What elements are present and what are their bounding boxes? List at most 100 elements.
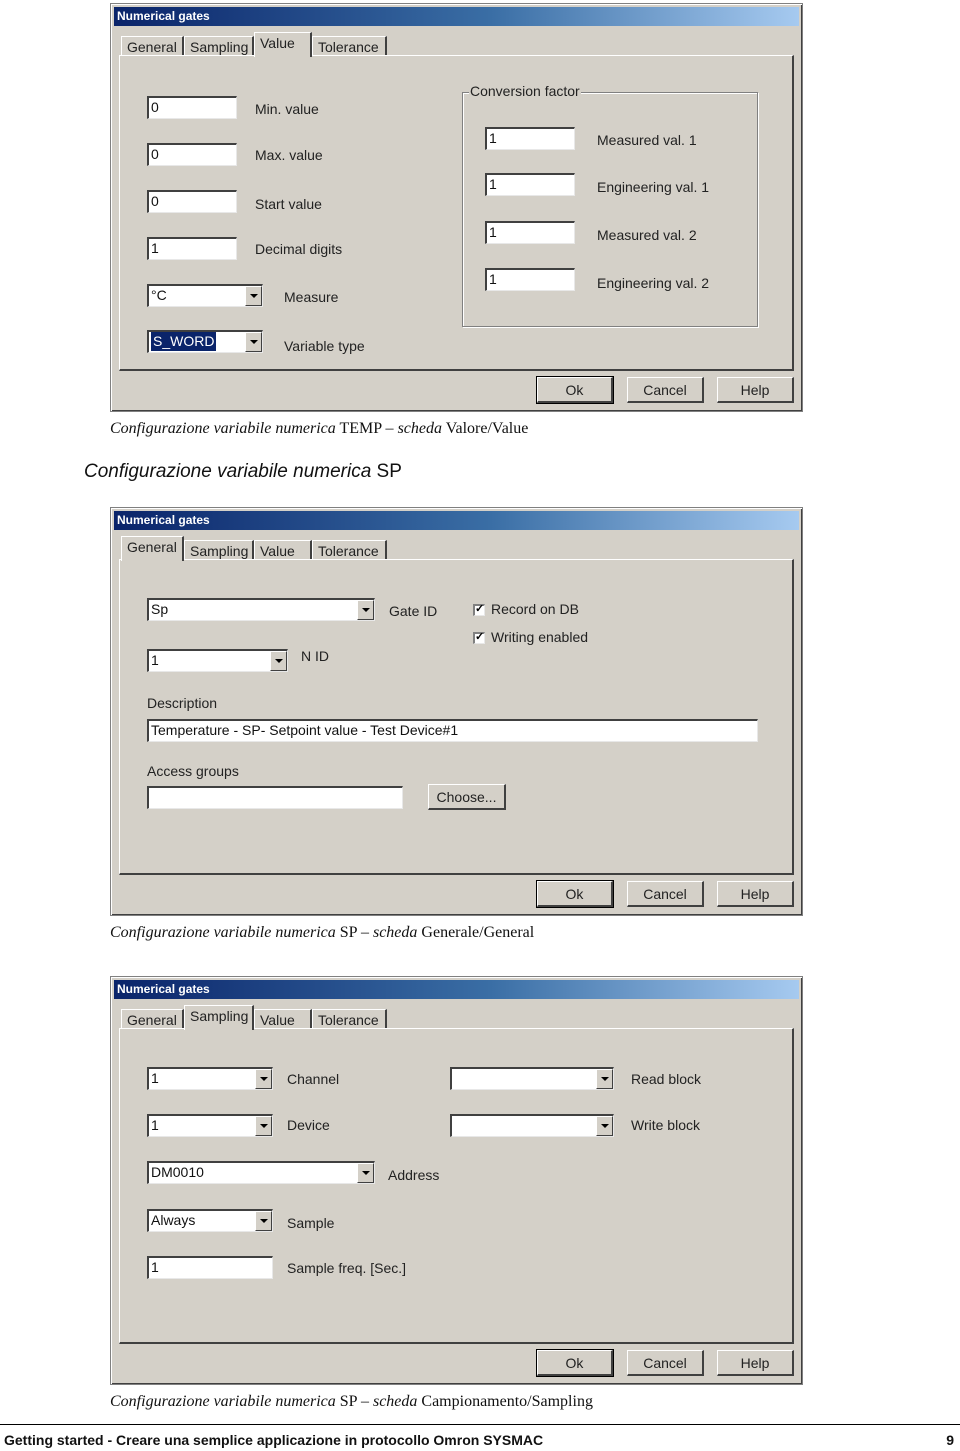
- caption-text: TEMP –: [335, 420, 398, 437]
- tab-value[interactable]: Value: [254, 540, 312, 560]
- measure-value: °C: [151, 287, 167, 303]
- min-value-input[interactable]: 0: [147, 96, 237, 119]
- help-button[interactable]: Help: [717, 377, 794, 403]
- min-value-label: Min. value: [255, 101, 319, 117]
- gate-id-value: Sp: [151, 601, 169, 617]
- chevron-down-icon[interactable]: [255, 1069, 272, 1089]
- caption-text: Valore/Value: [442, 420, 529, 437]
- caption-text: Campionamento/Sampling: [417, 1393, 593, 1410]
- record-on-db-label[interactable]: Record on DB: [491, 601, 579, 617]
- engineering-val-1-label: Engineering val. 1: [597, 179, 710, 195]
- address-select[interactable]: DM0010: [147, 1161, 375, 1184]
- tab-general[interactable]: General: [121, 1009, 184, 1029]
- write-block-select[interactable]: [450, 1114, 614, 1137]
- n-id-value: 1: [151, 652, 159, 668]
- caption-italic: scheda: [397, 420, 442, 437]
- dialog-title: Numerical gates: [114, 7, 799, 26]
- tab-sampling[interactable]: Sampling: [184, 540, 254, 560]
- channel-label: Channel: [287, 1071, 340, 1087]
- figure-caption-3: Configurazione variabile numerica SP – s…: [110, 1393, 593, 1411]
- engineering-val-1-input[interactable]: 1: [485, 173, 575, 196]
- writing-enabled-label[interactable]: Writing enabled: [491, 629, 588, 645]
- tab-panel: 0 Min. value 0 Max. value 0 Start value …: [119, 55, 794, 371]
- variable-type-value: S_WORD: [149, 332, 218, 352]
- conversion-factor-group: Conversion factor 1 Measured val. 1 1 En…: [462, 83, 758, 327]
- n-id-label: N ID: [301, 648, 329, 664]
- tab-tolerance[interactable]: Tolerance: [312, 1009, 387, 1029]
- figure-caption-2: Configurazione variabile numerica SP – s…: [110, 924, 534, 942]
- help-button[interactable]: Help: [717, 1350, 794, 1376]
- n-id-select[interactable]: 1: [147, 649, 288, 672]
- chevron-down-icon[interactable]: [255, 1211, 272, 1231]
- heading-text: SP: [371, 461, 402, 482]
- tab-sampling[interactable]: Sampling: [184, 1005, 254, 1030]
- chevron-down-icon[interactable]: [255, 1116, 272, 1136]
- chevron-down-icon[interactable]: [270, 651, 287, 671]
- max-value-input[interactable]: 0: [147, 143, 237, 166]
- heading-italic: Configurazione variabile numerica: [84, 461, 372, 482]
- write-block-label: Write block: [631, 1117, 700, 1133]
- description-input[interactable]: Temperature - SP- Setpoint value - Test …: [147, 719, 758, 742]
- start-value-input[interactable]: 0: [147, 190, 237, 213]
- numerical-gates-dialog-sampling: Numerical gates General Sampling Value T…: [110, 976, 803, 1385]
- tab-sampling[interactable]: Sampling: [184, 36, 254, 56]
- measured-val-1-input[interactable]: 1: [485, 127, 575, 150]
- sample-freq-label: Sample freq. [Sec.]: [287, 1260, 407, 1276]
- tab-value[interactable]: Value: [254, 1009, 312, 1029]
- footer-text: Getting started - Creare una semplice ap…: [4, 1432, 544, 1448]
- max-value-label: Max. value: [255, 147, 323, 163]
- device-select[interactable]: 1: [147, 1114, 273, 1137]
- caption-text: Generale/General: [417, 924, 535, 941]
- cancel-button[interactable]: Cancel: [627, 881, 704, 907]
- ok-button[interactable]: Ok: [536, 1349, 614, 1377]
- read-block-select[interactable]: [450, 1067, 614, 1090]
- tab-general[interactable]: General: [121, 36, 184, 56]
- sample-freq-input[interactable]: 1: [147, 1256, 273, 1279]
- tab-general[interactable]: General: [121, 536, 184, 561]
- channel-select[interactable]: 1: [147, 1067, 273, 1090]
- sample-label: Sample: [287, 1215, 335, 1231]
- decimal-digits-input[interactable]: 1: [147, 237, 237, 260]
- access-groups-input[interactable]: [147, 786, 403, 809]
- ok-button[interactable]: Ok: [536, 880, 614, 908]
- access-groups-label: Access groups: [147, 763, 239, 779]
- chevron-down-icon[interactable]: [596, 1116, 613, 1136]
- gate-id-label: Gate ID: [389, 603, 438, 619]
- measured-val-1-label: Measured val. 1: [597, 132, 697, 148]
- chevron-down-icon[interactable]: [357, 600, 374, 620]
- tab-panel: Sp Gate ID Record on DB Writing enabled …: [119, 559, 794, 875]
- device-label: Device: [287, 1117, 330, 1133]
- caption-italic: Configurazione variabile numerica: [110, 924, 336, 941]
- chevron-down-icon[interactable]: [245, 286, 262, 306]
- tab-tolerance[interactable]: Tolerance: [312, 540, 387, 560]
- caption-italic: scheda: [372, 924, 418, 941]
- gate-id-select[interactable]: Sp: [147, 598, 375, 621]
- choose-button[interactable]: Choose...: [428, 784, 506, 810]
- record-on-db-checkbox[interactable]: [473, 602, 485, 616]
- caption-text: SP –: [335, 1393, 373, 1410]
- measured-val-2-input[interactable]: 1: [485, 221, 575, 244]
- caption-italic: Configurazione variabile numerica: [110, 420, 336, 437]
- conversion-factor-title: Conversion factor: [469, 83, 581, 99]
- numerical-gates-dialog-value: Numerical gates General Sampling Value T…: [110, 3, 803, 412]
- engineering-val-2-input[interactable]: 1: [485, 268, 575, 291]
- chevron-down-icon[interactable]: [245, 332, 262, 352]
- cancel-button[interactable]: Cancel: [627, 1350, 704, 1376]
- chevron-down-icon[interactable]: [357, 1163, 374, 1183]
- variable-type-label: Variable type: [284, 338, 365, 354]
- writing-enabled-checkbox[interactable]: [473, 630, 485, 644]
- measure-select[interactable]: °C: [147, 284, 263, 307]
- channel-value: 1: [151, 1070, 159, 1086]
- page-number: 9: [946, 1432, 954, 1448]
- tab-tolerance[interactable]: Tolerance: [312, 36, 387, 56]
- start-value-label: Start value: [255, 196, 322, 212]
- chevron-down-icon[interactable]: [596, 1069, 613, 1089]
- caption-italic: scheda: [372, 1393, 418, 1410]
- cancel-button[interactable]: Cancel: [627, 377, 704, 403]
- variable-type-select[interactable]: S_WORD: [147, 330, 263, 353]
- ok-button[interactable]: Ok: [536, 376, 614, 404]
- section-heading: Configurazione variabile numerica SP: [84, 461, 402, 483]
- help-button[interactable]: Help: [717, 881, 794, 907]
- tab-value[interactable]: Value: [254, 32, 312, 57]
- sample-select[interactable]: Always: [147, 1209, 273, 1232]
